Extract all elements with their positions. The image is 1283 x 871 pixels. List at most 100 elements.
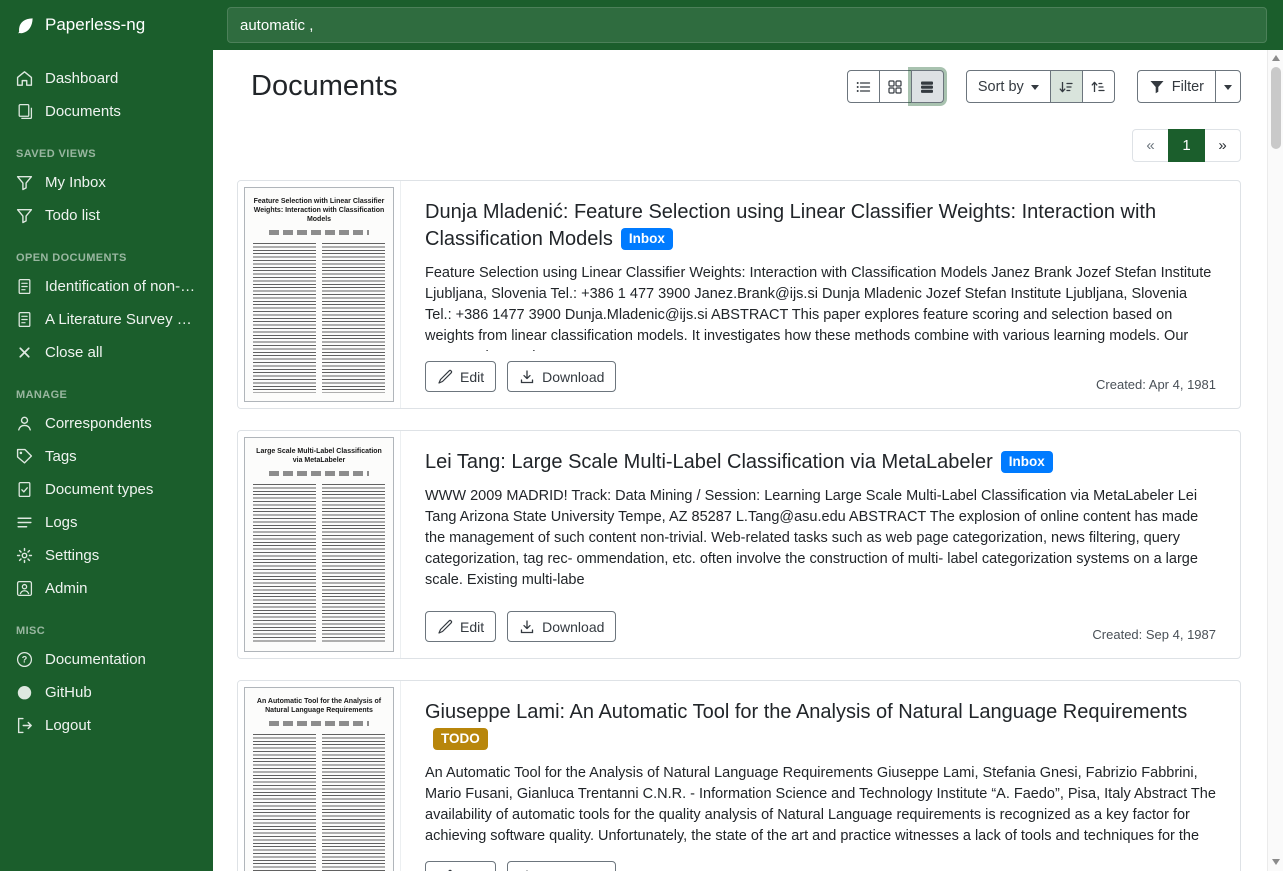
download-label: Download bbox=[542, 369, 604, 385]
document-title-link[interactable]: Dunja Mladenić: Feature Selection using … bbox=[425, 201, 1156, 250]
app-title: Paperless-ng bbox=[45, 15, 145, 35]
list-view-icon bbox=[855, 79, 871, 95]
gear-icon bbox=[16, 547, 33, 564]
funnel-icon bbox=[16, 174, 33, 191]
view-details-button[interactable] bbox=[911, 70, 944, 103]
view-grid-button[interactable] bbox=[879, 70, 912, 103]
app-brand[interactable]: Paperless-ng bbox=[0, 0, 213, 50]
pagination: « 1 » bbox=[237, 129, 1241, 162]
scrollbar-thumb[interactable] bbox=[1271, 67, 1281, 149]
sidebar-item-label: Dashboard bbox=[45, 70, 118, 87]
person-square-icon bbox=[16, 580, 33, 597]
thumbnail-byline bbox=[269, 471, 369, 476]
svg-text:?: ? bbox=[22, 655, 28, 665]
thumbnail-text-columns bbox=[253, 734, 385, 871]
sidebar-item-logs[interactable]: Logs bbox=[0, 506, 213, 539]
edit-label: Edit bbox=[460, 369, 484, 385]
download-button[interactable]: Download bbox=[507, 361, 616, 392]
document-thumbnail[interactable]: Feature Selection with Linear Classifier… bbox=[238, 181, 401, 408]
content-area: Documents bbox=[213, 50, 1283, 871]
sort-by-dropdown[interactable]: Sort by bbox=[966, 70, 1051, 103]
thumbnail-text-column bbox=[253, 734, 316, 871]
document-card-footer: Edit Download Created: Apr 4, 1981 bbox=[425, 351, 1216, 392]
document-title-link[interactable]: Giuseppe Lami: An Automatic Tool for the… bbox=[425, 701, 1187, 723]
pagination-next-button[interactable]: » bbox=[1204, 129, 1241, 162]
sidebar-item-dashboard[interactable]: Dashboard bbox=[0, 62, 213, 95]
document-card: Large Scale Multi-Label Classification v… bbox=[237, 430, 1241, 659]
search-input[interactable] bbox=[227, 7, 1267, 43]
sidebar-item-logout[interactable]: Logout bbox=[0, 709, 213, 742]
question-circle-icon: ? bbox=[16, 651, 33, 668]
document-card-footer: Edit Download bbox=[425, 851, 1216, 871]
edit-button[interactable]: Edit bbox=[425, 611, 496, 642]
thumbnail-text-columns bbox=[253, 484, 385, 643]
sidebar-item-label: Documents bbox=[45, 103, 121, 120]
document-title: Giuseppe Lami: An Automatic Tool for the… bbox=[425, 699, 1216, 753]
paperless-logo-icon bbox=[16, 16, 35, 35]
document-thumbnail[interactable]: An Automatic Tool for the Analysis of Na… bbox=[238, 681, 401, 871]
scrollbar-up-arrow-icon[interactable] bbox=[1272, 55, 1280, 61]
view-toggle-group bbox=[847, 70, 944, 103]
sidebar-item-label: Documentation bbox=[45, 651, 146, 668]
logout-icon bbox=[16, 717, 33, 734]
sidebar-item-tags[interactable]: Tags bbox=[0, 440, 213, 473]
sidebar-item-correspondents[interactable]: Correspondents bbox=[0, 407, 213, 440]
tag-badge[interactable]: Inbox bbox=[1001, 451, 1053, 473]
edit-button[interactable]: Edit bbox=[425, 361, 496, 392]
sidebar-item-close-all[interactable]: Close all bbox=[0, 336, 213, 369]
sort-descending-button[interactable] bbox=[1050, 70, 1083, 103]
download-label: Download bbox=[542, 619, 604, 635]
sidebar-item-settings[interactable]: Settings bbox=[0, 539, 213, 572]
document-excerpt: An Automatic Tool for the Analysis of Na… bbox=[425, 763, 1216, 851]
sort-group: Sort by bbox=[966, 70, 1115, 103]
edit-label: Edit bbox=[460, 619, 484, 635]
pagination-page-1-button[interactable]: 1 bbox=[1168, 129, 1205, 162]
filter-caret-button[interactable] bbox=[1215, 70, 1241, 103]
sidebar-item-document-types[interactable]: Document types bbox=[0, 473, 213, 506]
caret-down-icon bbox=[1224, 85, 1232, 90]
github-icon bbox=[16, 684, 33, 701]
scrollbar-down-arrow-icon[interactable] bbox=[1272, 859, 1280, 865]
sidebar-item-documentation[interactable]: ? Documentation bbox=[0, 643, 213, 676]
thumbnail-text-column bbox=[253, 484, 316, 643]
scrollbar[interactable] bbox=[1267, 50, 1283, 871]
edit-button[interactable]: Edit bbox=[425, 861, 496, 871]
document-title-link[interactable]: Lei Tang: Large Scale Multi-Label Classi… bbox=[425, 451, 993, 473]
download-icon bbox=[519, 619, 535, 635]
sidebar-item-todo-list[interactable]: Todo list bbox=[0, 199, 213, 232]
sidebar-item-label: A Literature Survey on … bbox=[45, 311, 197, 328]
download-button[interactable]: Download bbox=[507, 861, 616, 871]
thumbnail-title: Feature Selection with Linear Classifier… bbox=[253, 197, 385, 224]
tag-badge[interactable]: Inbox bbox=[621, 228, 673, 250]
thumbnail-text-column bbox=[322, 484, 385, 643]
home-icon bbox=[16, 70, 33, 87]
thumbnail-page: Large Scale Multi-Label Classification v… bbox=[244, 437, 394, 652]
sidebar-item-open-document-2[interactable]: A Literature Survey on … bbox=[0, 303, 213, 336]
sort-ascending-button[interactable] bbox=[1082, 70, 1115, 103]
document-card-footer: Edit Download Created: Sep 4, 1987 bbox=[425, 601, 1216, 642]
document-title: Lei Tang: Large Scale Multi-Label Classi… bbox=[425, 449, 1216, 476]
filter-button[interactable]: Filter bbox=[1137, 70, 1216, 103]
funnel-icon bbox=[1149, 79, 1165, 95]
download-button[interactable]: Download bbox=[507, 611, 616, 642]
filter-label: Filter bbox=[1172, 79, 1204, 95]
sidebar-item-documents[interactable]: Documents bbox=[0, 95, 213, 128]
topbar bbox=[213, 0, 1283, 50]
sidebar-item-my-inbox[interactable]: My Inbox bbox=[0, 166, 213, 199]
sidebar-item-github[interactable]: GitHub bbox=[0, 676, 213, 709]
sidebar-item-admin[interactable]: Admin bbox=[0, 572, 213, 605]
page-title: Documents bbox=[251, 70, 398, 103]
thumbnail-byline bbox=[269, 230, 369, 235]
document-card-body: Giuseppe Lami: An Automatic Tool for the… bbox=[401, 681, 1240, 871]
pagination-previous-button[interactable]: « bbox=[1132, 129, 1169, 162]
sort-ascending-icon bbox=[1090, 79, 1106, 95]
filter-group: Filter bbox=[1137, 70, 1241, 103]
thumbnail-text-column bbox=[253, 243, 316, 393]
document-thumbnail[interactable]: Large Scale Multi-Label Classification v… bbox=[238, 431, 401, 658]
sidebar-item-label: Admin bbox=[45, 580, 88, 597]
view-table-button[interactable] bbox=[847, 70, 880, 103]
sidebar-item-open-document-1[interactable]: Identification of non-fu… bbox=[0, 270, 213, 303]
tag-badge[interactable]: TODO bbox=[433, 728, 488, 750]
thumbnail-text-column bbox=[322, 734, 385, 871]
file-check-icon bbox=[16, 481, 33, 498]
